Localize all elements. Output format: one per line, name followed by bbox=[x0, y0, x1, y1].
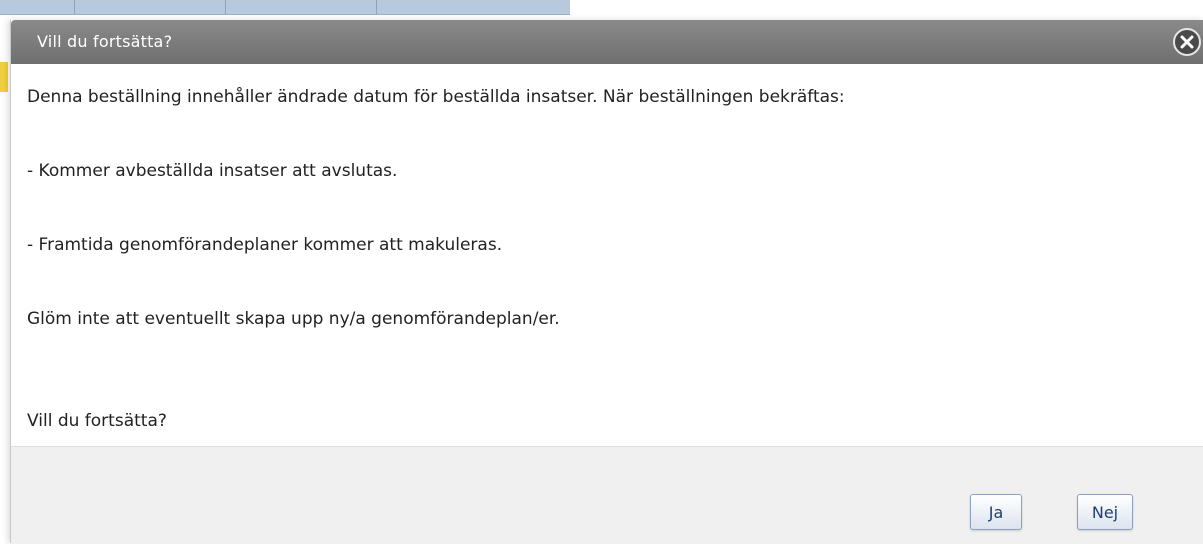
message-question: Vill du fortsätta? bbox=[27, 411, 167, 431]
close-button[interactable] bbox=[1173, 28, 1201, 56]
message-item-plans: - Framtida genomförandeplaner kommer att… bbox=[27, 235, 503, 255]
close-icon bbox=[1180, 35, 1194, 49]
dialog-titlebar: Vill du fortsätta? bbox=[11, 20, 1203, 64]
message-reminder: Glöm inte att eventuellt skapa upp ny/a … bbox=[27, 309, 560, 329]
dialog-content: Denna beställning innehåller ändrade dat… bbox=[11, 64, 1203, 448]
background-tab bbox=[75, 0, 226, 14]
message-intro: Denna beställning innehåller ändrade dat… bbox=[27, 87, 845, 107]
yes-button[interactable]: Ja bbox=[970, 494, 1022, 530]
message-item-cancel: - Kommer avbeställda insatser att avslut… bbox=[27, 161, 398, 181]
dialog-title: Vill du fortsätta? bbox=[37, 32, 173, 51]
background-accent-marker bbox=[0, 62, 8, 92]
background-tab-strip bbox=[0, 0, 570, 15]
background-tab bbox=[0, 0, 75, 14]
dialog-footer: Ja Nej bbox=[11, 446, 1203, 544]
background-tab bbox=[226, 0, 377, 14]
no-button[interactable]: Nej bbox=[1077, 494, 1133, 530]
confirm-dialog: Vill du fortsätta? Denna beställning inn… bbox=[10, 20, 1203, 544]
